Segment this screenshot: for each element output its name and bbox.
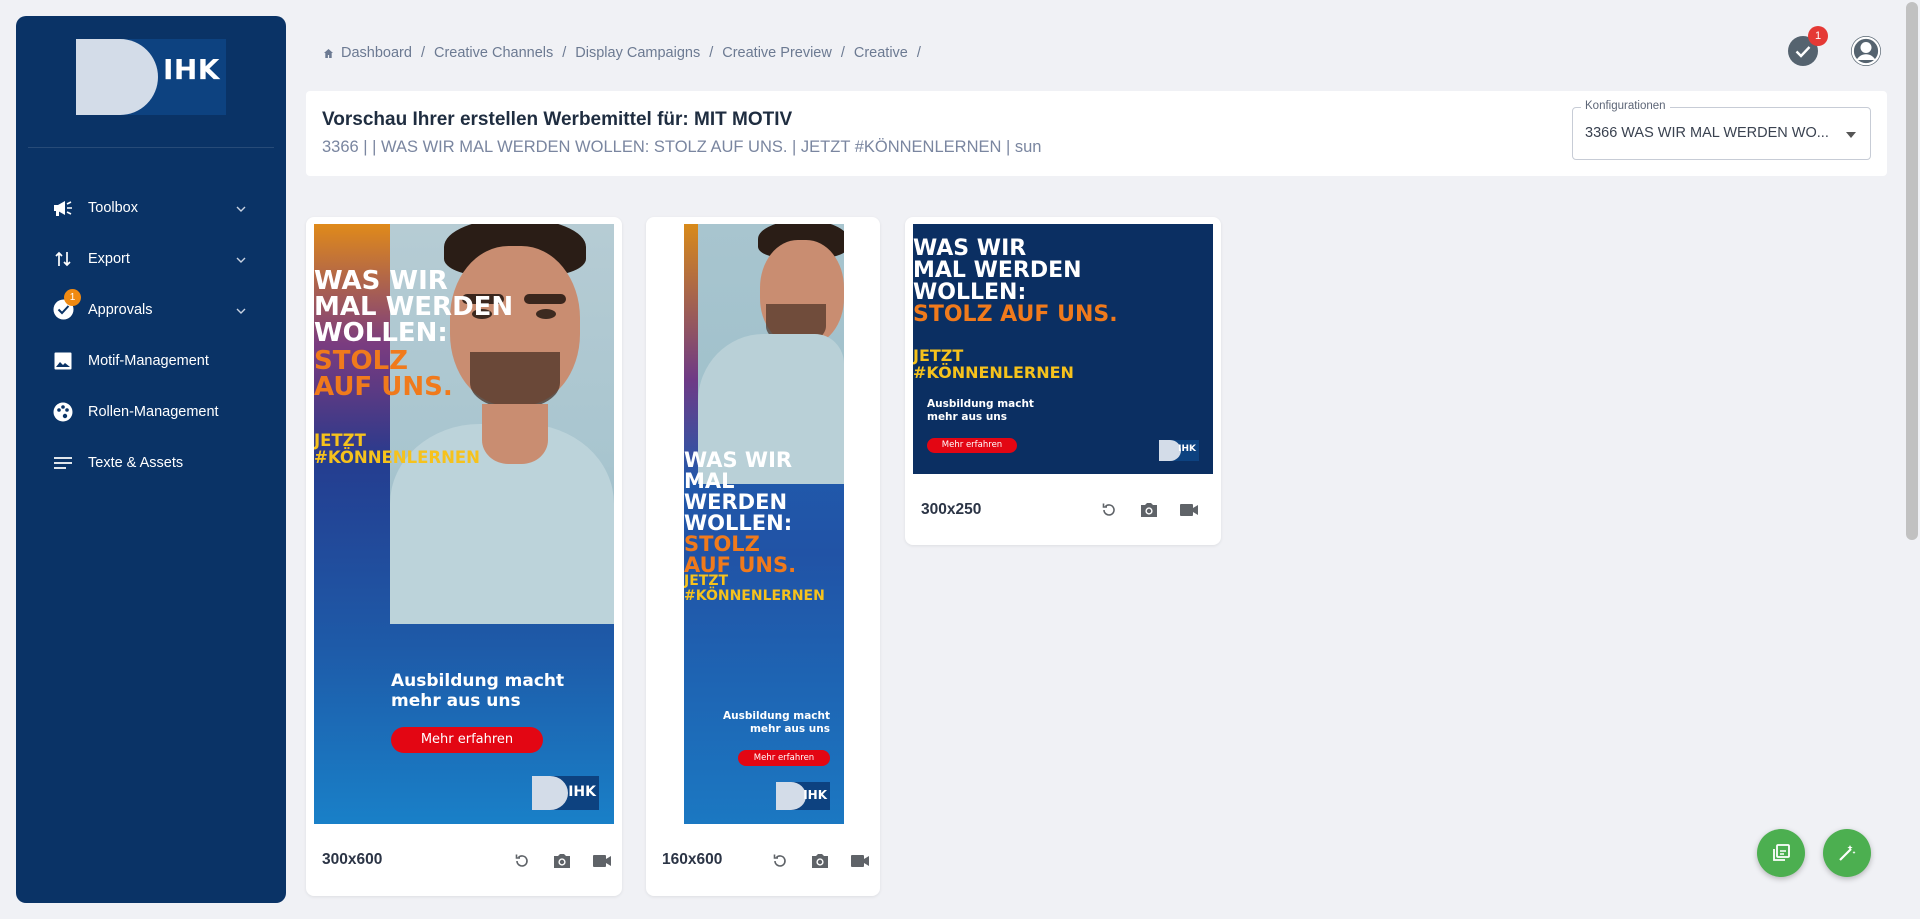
breadcrumb-creative[interactable]: Creative — [854, 45, 908, 61]
megaphone-icon — [52, 197, 74, 219]
home-icon[interactable] — [323, 48, 334, 59]
ad-cta-button: Mehr erfahren — [738, 750, 830, 766]
reload-icon[interactable] — [1097, 498, 1121, 522]
ad-subline: Ausbildung macht mehr aus uns — [391, 671, 565, 711]
sidebar: IHK Toolbox Export 1 Approvals Motif-Man… — [16, 16, 286, 903]
banner-preview[interactable]: WAS WIR MAL WERDEN WOLLEN: STOLZ AUF UNS… — [913, 224, 1213, 474]
magic-wand-fab-button[interactable] — [1823, 829, 1871, 877]
palette-icon — [52, 401, 74, 423]
banner-size-label: 300x600 — [322, 851, 383, 868]
approvals-button[interactable]: 1 — [1788, 26, 1828, 66]
breadcrumb-separator: / — [420, 45, 425, 61]
magic-wand-icon — [1839, 845, 1856, 861]
chevron-down-icon — [236, 200, 246, 218]
sidebar-item-label: Texte & Assets — [88, 454, 184, 471]
check-icon — [1795, 45, 1811, 58]
preview-header: Vorschau Ihrer erstellen Werbemittel für… — [306, 91, 1887, 176]
ad-subline: Ausbildung macht mehr aus uns — [723, 710, 830, 735]
ad-cta-button: Mehr erfahren — [391, 727, 543, 753]
camera-icon[interactable] — [808, 849, 832, 873]
banner-preview[interactable]: WAS WIR MAL WERDEN WOLLEN: STOLZ AUF UNS… — [314, 224, 614, 824]
sidebar-item-label: Toolbox — [88, 199, 138, 216]
banner-card-300x250: WAS WIR MAL WERDEN WOLLEN: STOLZ AUF UNS… — [905, 217, 1221, 545]
sidebar-item-label: Rollen-Management — [88, 403, 219, 420]
banner-actions — [752, 849, 872, 873]
sidebar-item-motif-management[interactable]: Motif-Management — [16, 335, 286, 386]
ad-tagline: JETZT #KÖNNENLERNEN — [913, 346, 1074, 382]
ad-logo: IHK — [532, 776, 599, 810]
breadcrumb-dashboard[interactable]: Dashboard — [341, 45, 412, 61]
duplicate-fab-button[interactable] — [1757, 829, 1805, 877]
sidebar-item-label: Approvals — [88, 301, 153, 318]
sidebar-item-export[interactable]: Export — [16, 233, 286, 284]
configuration-value: 3366 WAS WIR MAL WERDEN WO... — [1585, 125, 1829, 141]
ad-logo: IHK — [776, 782, 830, 810]
banner-actions — [1081, 498, 1201, 522]
logo-shape — [76, 39, 158, 115]
ad-headline: WAS WIR MAL WERDEN WOLLEN: STOLZ AUF UNS… — [684, 448, 797, 577]
approvals-badge: 1 — [64, 288, 81, 306]
gradient-accent — [684, 224, 698, 484]
topbar-actions: 1 — [1788, 26, 1882, 67]
banner-preview[interactable]: WAS WIR MAL WERDEN WOLLEN: STOLZ AUF UNS… — [684, 224, 844, 824]
banner-size-label: 300x250 — [921, 501, 982, 518]
page-title: Vorschau Ihrer erstellen Werbemittel für… — [322, 109, 793, 130]
banner-size-label: 160x600 — [662, 851, 723, 868]
library-icon — [1773, 844, 1790, 861]
chevron-down-icon — [236, 251, 246, 269]
breadcrumb-separator: / — [840, 45, 845, 61]
breadcrumb-separator: / — [916, 45, 921, 61]
chevron-down-icon — [236, 302, 246, 320]
ad-logo: IHK — [1159, 440, 1199, 461]
sidebar-item-toolbox[interactable]: Toolbox — [16, 182, 286, 233]
configuration-select[interactable]: Konfigurationen 3366 WAS WIR MAL WERDEN … — [1572, 100, 1871, 160]
ad-cta-button: Mehr erfahren — [927, 438, 1017, 453]
ad-subline: Ausbildung macht mehr aus uns — [927, 398, 1034, 423]
camera-icon[interactable] — [550, 849, 574, 873]
reload-icon[interactable] — [510, 849, 534, 873]
reload-icon[interactable] — [768, 849, 792, 873]
sort-arrows-icon — [52, 248, 74, 270]
dropdown-arrow-icon — [1846, 132, 1856, 138]
camera-icon[interactable] — [1137, 498, 1161, 522]
page-subtitle: 3366 | | WAS WIR MAL WERDEN WOLLEN: STOL… — [322, 138, 1042, 156]
breadcrumb: Dashboard / Creative Channels / Display … — [323, 45, 930, 61]
banner-card-300x600: WAS WIR MAL WERDEN WOLLEN: STOLZ AUF UNS… — [306, 217, 622, 896]
sidebar-nav: Toolbox Export 1 Approvals Motif-Managem… — [16, 182, 286, 488]
notification-badge: 1 — [1808, 26, 1828, 46]
person-photo — [698, 224, 844, 484]
video-camera-icon[interactable] — [1177, 498, 1201, 522]
video-camera-icon[interactable] — [848, 849, 872, 873]
image-icon — [52, 350, 74, 372]
video-camera-icon[interactable] — [590, 849, 614, 873]
breadcrumb-creative-preview[interactable]: Creative Preview — [722, 45, 832, 61]
account-circle-icon[interactable] — [1850, 35, 1882, 67]
ad-headline: WAS WIR MAL WERDEN WOLLEN: STOLZ AUF UNS… — [913, 236, 1118, 327]
breadcrumb-display-campaigns[interactable]: Display Campaigns — [575, 45, 700, 61]
sidebar-item-approvals[interactable]: 1 Approvals — [16, 284, 286, 335]
breadcrumb-separator: / — [709, 45, 714, 61]
page-scrollbar[interactable] — [1906, 2, 1918, 540]
sidebar-divider — [28, 147, 274, 148]
check-circle-icon: 1 — [52, 288, 81, 321]
banner-actions — [494, 849, 614, 873]
ad-tagline: JETZT #KÖNNENLERNEN — [684, 573, 825, 604]
ad-headline: WAS WIR MAL WERDEN WOLLEN: STOLZ AUF UNS… — [314, 266, 514, 402]
sidebar-item-label: Export — [88, 250, 130, 267]
configuration-label: Konfigurationen — [1581, 100, 1670, 112]
banner-card-160x600: WAS WIR MAL WERDEN WOLLEN: STOLZ AUF UNS… — [646, 217, 880, 896]
breadcrumb-creative-channels[interactable]: Creative Channels — [434, 45, 553, 61]
ihk-logo[interactable]: IHK — [76, 39, 226, 115]
sidebar-item-label: Motif-Management — [88, 352, 209, 369]
sidebar-item-texte-assets[interactable]: Texte & Assets — [16, 437, 286, 488]
ad-tagline: JETZT #KÖNNENLERNEN — [314, 431, 480, 468]
breadcrumb-separator: / — [562, 45, 567, 61]
list-icon — [52, 452, 74, 474]
sidebar-item-rollen-management[interactable]: Rollen-Management — [16, 386, 286, 437]
logo-text: IHK — [162, 53, 220, 86]
